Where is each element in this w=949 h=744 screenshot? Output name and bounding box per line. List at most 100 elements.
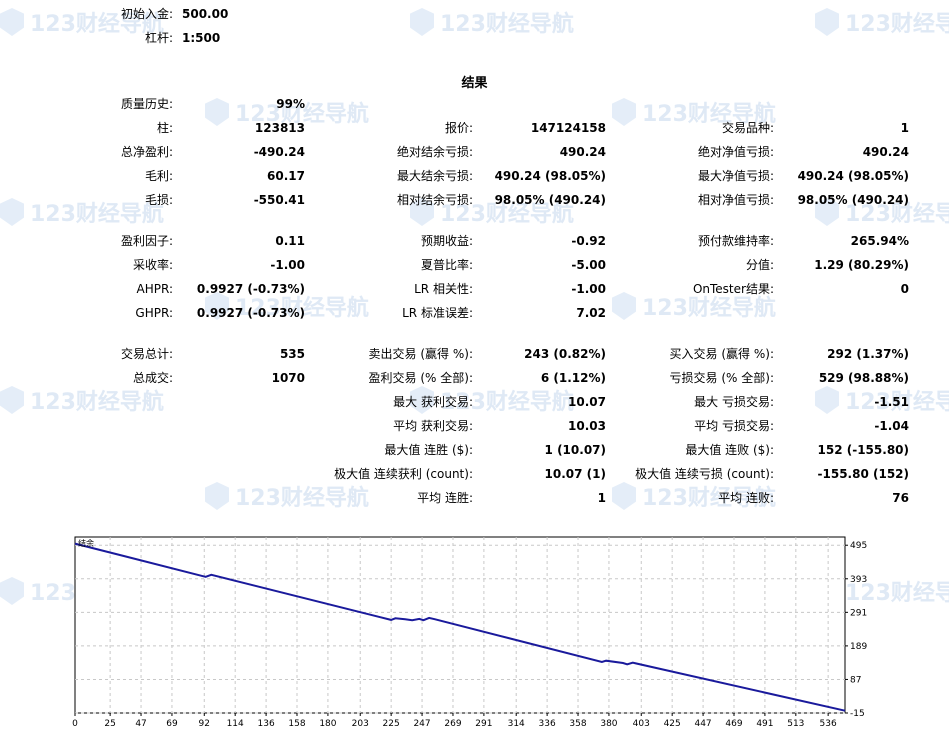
metric-label: 质量历史: (120, 97, 173, 111)
metric-label: 绝对结余亏损: (396, 145, 473, 159)
x-tick-label: 225 (383, 719, 400, 729)
metric-value: 1.29 (80.29%) (814, 258, 909, 272)
metric-value: -1.00 (571, 282, 606, 296)
x-tick-label: 469 (725, 719, 742, 729)
metric-label: 卖出交易 (赢得 %): (368, 347, 473, 361)
metric-value: 243 (0.82%) (524, 347, 606, 361)
metric-value: 529 (98.88%) (818, 371, 909, 385)
y-tick-label: 495 (850, 541, 867, 551)
results-title: 结果 (461, 76, 488, 91)
metric-label: 交易总计: (120, 347, 173, 361)
metric-value: 10.03 (568, 419, 606, 433)
watermark-logo-icon (410, 8, 434, 36)
x-tick-label: 513 (787, 719, 804, 729)
metric-value: -550.41 (253, 193, 305, 207)
metric-value: -1.04 (874, 419, 909, 433)
metric-value: 292 (1.37%) (827, 347, 909, 361)
metric-label: 总成交: (132, 371, 173, 385)
x-tick-label: 0 (72, 719, 78, 729)
y-tick-label: -15 (850, 709, 865, 719)
watermark-logo-icon (0, 198, 24, 226)
watermark-logo-icon (815, 386, 839, 414)
metric-label: 总净盈利: (120, 145, 173, 159)
watermark-text: 123财经导航 (440, 12, 574, 37)
metric-label: 平均 获利交易: (393, 419, 473, 433)
x-tick-label: 47 (135, 719, 146, 729)
y-tick-label: 393 (850, 575, 867, 585)
metric-label: 平均 连败: (718, 491, 774, 505)
watermark-text: 123财经导航 (30, 202, 164, 227)
metric-value: 123813 (254, 121, 305, 135)
metric-value: 0.9927 (-0.73%) (196, 282, 305, 296)
x-tick-label: 92 (199, 719, 210, 729)
metric-label: 相对净值亏损: (697, 193, 774, 207)
initial-deposit-value: 500.00 (182, 7, 229, 21)
metric-label: 最大结余亏损: (396, 169, 473, 183)
metric-label: 最大 亏损交易: (694, 395, 774, 409)
y-tick-label: 87 (850, 675, 861, 685)
x-tick-label: 491 (756, 719, 773, 729)
metric-value: 490.24 (862, 145, 909, 159)
metric-value: 99% (276, 97, 305, 111)
watermark-text: 123财经导航 (235, 486, 369, 511)
metric-label: 极大值 连续亏损 (count): (635, 467, 774, 481)
x-tick-label: 447 (694, 719, 711, 729)
metric-value: -1.51 (874, 395, 909, 409)
x-tick-label: 247 (413, 719, 430, 729)
metric-label: 预期收益: (420, 234, 473, 248)
metric-value: 490.24 (98.05%) (797, 169, 909, 183)
x-tick-label: 403 (633, 719, 650, 729)
x-tick-label: 136 (258, 719, 275, 729)
watermark: 123财经导航 (0, 196, 164, 228)
metric-label: 平均 连胜: (417, 491, 473, 505)
watermark: 123财经导航 (205, 480, 369, 512)
metric-value: 490.24 (98.05%) (494, 169, 606, 183)
metric-label: 亏损交易 (% 全部): (669, 371, 774, 385)
initial-deposit-label: 初始入金: (120, 7, 173, 21)
metric-label: 毛利: (144, 169, 173, 183)
watermark-logo-icon (612, 98, 636, 126)
x-tick-label: 69 (166, 719, 178, 729)
x-tick-label: 358 (569, 719, 586, 729)
watermark-logo-icon (612, 482, 636, 510)
metric-label: 最大净值亏损: (697, 169, 774, 183)
watermark-logo-icon (612, 292, 636, 320)
watermark-logo-icon (205, 98, 229, 126)
metric-label: LR 相关性: (414, 282, 473, 296)
metric-label: 分值: (745, 258, 774, 272)
metric-label: 报价: (444, 121, 473, 135)
x-tick-label: 291 (475, 719, 492, 729)
metric-label: 预付款维持率: (697, 234, 774, 248)
metric-value: -5.00 (571, 258, 606, 272)
y-tick-label: 291 (850, 608, 867, 618)
metric-value: 7.02 (576, 306, 606, 320)
x-tick-label: 269 (444, 719, 461, 729)
metric-value: 0.11 (275, 234, 305, 248)
watermark-logo-icon (0, 386, 24, 414)
metric-label: 盈利交易 (% 全部): (368, 371, 473, 385)
y-tick-label: 189 (850, 642, 867, 652)
x-tick-label: 180 (319, 719, 336, 729)
x-tick-label: 25 (104, 719, 115, 729)
x-tick-label: 114 (227, 719, 244, 729)
metric-value: 1070 (271, 371, 305, 385)
metric-value: -490.24 (253, 145, 305, 159)
x-tick-label: 425 (664, 719, 681, 729)
metric-value: 10.07 (568, 395, 606, 409)
metric-value: 147124158 (530, 121, 606, 135)
metric-label: 买入交易 (赢得 %): (669, 347, 774, 361)
metric-label: 毛损: (144, 193, 173, 207)
metric-label: 交易品种: (721, 121, 774, 135)
metric-value: 1 (597, 491, 606, 505)
watermark: 123财经导航 (0, 384, 164, 416)
metric-value: 1 (10.07) (544, 443, 606, 457)
x-tick-label: 336 (539, 719, 556, 729)
watermark: 123财经导航 (815, 6, 949, 38)
metric-value: 490.24 (559, 145, 606, 159)
metric-value: 0 (900, 282, 909, 296)
metric-value: 60.17 (267, 169, 305, 183)
metric-label: 最大值 连胜 ($): (384, 443, 473, 457)
x-tick-label: 380 (600, 719, 617, 729)
metric-label: 相对结余亏损: (396, 193, 473, 207)
metric-label: OnTester结果: (692, 282, 774, 296)
